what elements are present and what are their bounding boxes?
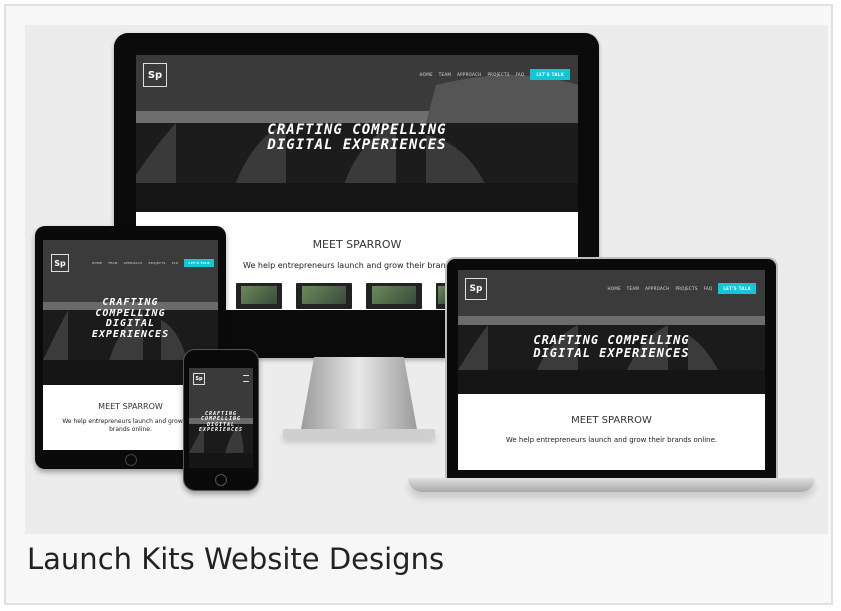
project-thumb xyxy=(296,283,352,309)
tablet-home-button[interactable] xyxy=(125,454,137,466)
tablet-logo[interactable]: Sp xyxy=(51,254,69,272)
headline-line-1: CRAFTING xyxy=(102,297,159,308)
nav-home[interactable]: HOME xyxy=(92,261,102,265)
hamburger-icon[interactable] xyxy=(243,375,249,382)
project-thumb xyxy=(366,283,422,309)
laptop-screen: Sp HOME TEAM APPROACH PROJECTS FAQ LET'S… xyxy=(458,270,765,470)
laptop-logo[interactable]: Sp xyxy=(465,278,487,300)
nav-faq[interactable]: FAQ xyxy=(516,72,525,77)
laptop-headline: CRAFTING COMPELLING DIGITAL EXPERIENCES xyxy=(458,334,765,359)
headline-line-4: EXPERIENCES xyxy=(91,328,170,340)
nav-home[interactable]: HOME xyxy=(607,286,620,291)
imac-base xyxy=(283,429,435,439)
site-nav: HOME TEAM APPROACH PROJECTS FAQ LET'S TA… xyxy=(419,69,570,80)
imac-stand xyxy=(300,357,418,435)
laptop-hero: Sp HOME TEAM APPROACH PROJECTS FAQ LET'S… xyxy=(458,270,765,394)
nav-faq[interactable]: FAQ xyxy=(172,261,179,265)
headline-line-4: EXPERIENCES xyxy=(198,426,244,433)
tablet-nav: HOME TEAM APPROACH PROJECTS FAQ LET'S TA… xyxy=(92,259,214,267)
portfolio-card[interactable]: Sp HOME TEAM APPROACH PROJECTS FAQ LET'S… xyxy=(4,4,833,605)
phone-home-button[interactable] xyxy=(215,474,227,486)
phone-headline: CRAFTING COMPELLING DIGITAL EXPERIENCES xyxy=(189,411,253,433)
nav-projects[interactable]: PROJECTS xyxy=(148,261,165,265)
headline-line-3: DIGITAL xyxy=(105,318,156,329)
nav-team[interactable]: TEAM xyxy=(108,261,118,265)
phone-device: Sp CRAFTING COMPELLING DIGITAL EXPERIENC… xyxy=(183,349,259,491)
nav-faq[interactable]: FAQ xyxy=(704,286,713,291)
headline-line-1: CRAFTING COMPELLING xyxy=(533,333,690,347)
phone-hero: Sp CRAFTING COMPELLING DIGITAL EXPERIENC… xyxy=(189,368,253,468)
tablet-headline: CRAFTING COMPELLING DIGITAL EXPERIENCES xyxy=(43,297,218,340)
headline-line-2: DIGITAL EXPERIENCES xyxy=(533,345,690,360)
cta-button[interactable]: LET'S TALK xyxy=(718,283,756,294)
hero-section: Sp HOME TEAM APPROACH PROJECTS FAQ LET'S… xyxy=(136,55,578,212)
nav-home[interactable]: HOME xyxy=(419,72,432,77)
project-thumb xyxy=(236,283,282,309)
cta-button[interactable]: LET'S TALK xyxy=(184,259,214,267)
nav-approach[interactable]: APPROACH xyxy=(645,286,669,291)
nav-projects[interactable]: PROJECTS xyxy=(487,72,509,77)
card-title[interactable]: Launch Kits Website Designs xyxy=(27,542,444,576)
headline-line-1: CRAFTING COMPELLING xyxy=(267,122,447,138)
laptop-nav: HOME TEAM APPROACH PROJECTS FAQ LET'S TA… xyxy=(607,283,756,294)
laptop-meet: MEET SPARROW xyxy=(571,415,652,426)
nav-approach[interactable]: APPROACH xyxy=(124,261,143,265)
cta-button[interactable]: LET'S TALK xyxy=(530,69,570,80)
laptop-base xyxy=(408,478,815,492)
headline-line-2: DIGITAL EXPERIENCES xyxy=(267,136,447,153)
nav-team[interactable]: TEAM xyxy=(439,72,451,77)
nav-projects[interactable]: PROJECTS xyxy=(675,286,697,291)
laptop-tagline: We help entrepreneurs launch and grow th… xyxy=(505,436,718,444)
nav-approach[interactable]: APPROACH xyxy=(457,72,481,77)
phone-screen: Sp CRAFTING COMPELLING DIGITAL EXPERIENC… xyxy=(189,368,253,468)
nav-team[interactable]: TEAM xyxy=(627,286,639,291)
phone-logo[interactable]: Sp xyxy=(193,373,205,385)
hero-headline: CRAFTING COMPELLING DIGITAL EXPERIENCES xyxy=(136,123,578,152)
laptop-lid: Sp HOME TEAM APPROACH PROJECTS FAQ LET'S… xyxy=(445,257,778,479)
site-logo[interactable]: Sp xyxy=(143,63,167,87)
device-mockup-image[interactable]: Sp HOME TEAM APPROACH PROJECTS FAQ LET'S… xyxy=(25,25,828,534)
